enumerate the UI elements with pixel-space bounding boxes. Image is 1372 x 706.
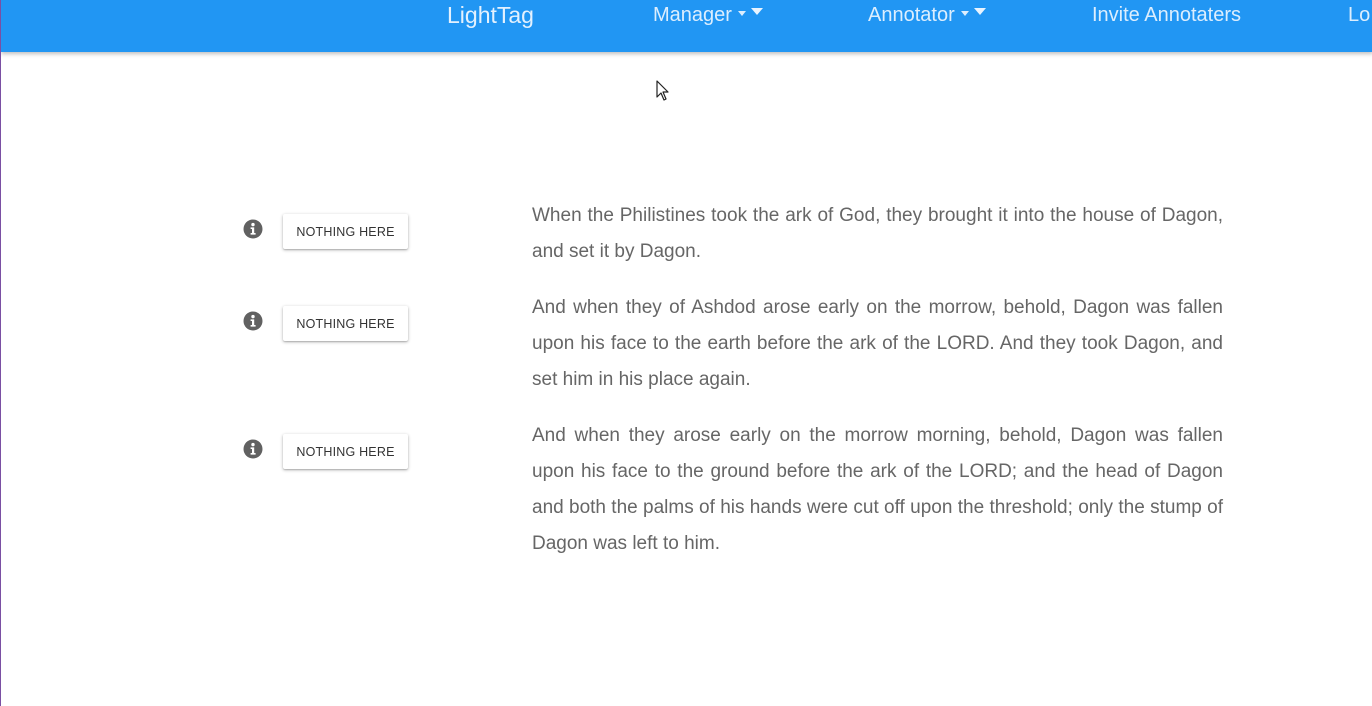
caret-down-icon xyxy=(960,11,969,17)
tag-button[interactable]: NOTHING HERE xyxy=(283,214,408,249)
tag-button[interactable]: NOTHING HERE xyxy=(283,434,408,469)
info-circle-icon[interactable] xyxy=(243,439,263,459)
caret-down-icon xyxy=(973,8,986,16)
manager-menu-label: Manager xyxy=(653,4,732,26)
caret-down-icon xyxy=(750,8,763,16)
annotator-menu-label: Annotator xyxy=(868,4,955,26)
logout-link[interactable]: Lo xyxy=(1348,3,1370,27)
tag-button[interactable]: NOTHING HERE xyxy=(283,306,408,341)
info-circle-icon[interactable] xyxy=(243,311,263,331)
sentence-text[interactable]: And when they arose early on the morrow … xyxy=(532,418,1223,562)
mouse-pointer-icon xyxy=(656,80,669,101)
top-navbar: LightTag Manager Annotator Invite Annota… xyxy=(1,0,1372,52)
annotator-menu[interactable]: Annotator xyxy=(868,3,986,27)
caret-down-icon xyxy=(737,11,746,17)
manager-menu[interactable]: Manager xyxy=(653,3,763,27)
app-window: LightTag Manager Annotator Invite Annota… xyxy=(0,0,1372,706)
sentence-text[interactable]: When the Philistines took the ark of God… xyxy=(532,198,1223,270)
sentence-text[interactable]: And when they of Ashdod arose early on t… xyxy=(532,290,1223,398)
invite-annotators-link[interactable]: Invite Annotaters xyxy=(1092,3,1241,27)
info-circle-icon[interactable] xyxy=(243,219,263,239)
brand-logo-link[interactable]: LightTag xyxy=(447,3,534,27)
